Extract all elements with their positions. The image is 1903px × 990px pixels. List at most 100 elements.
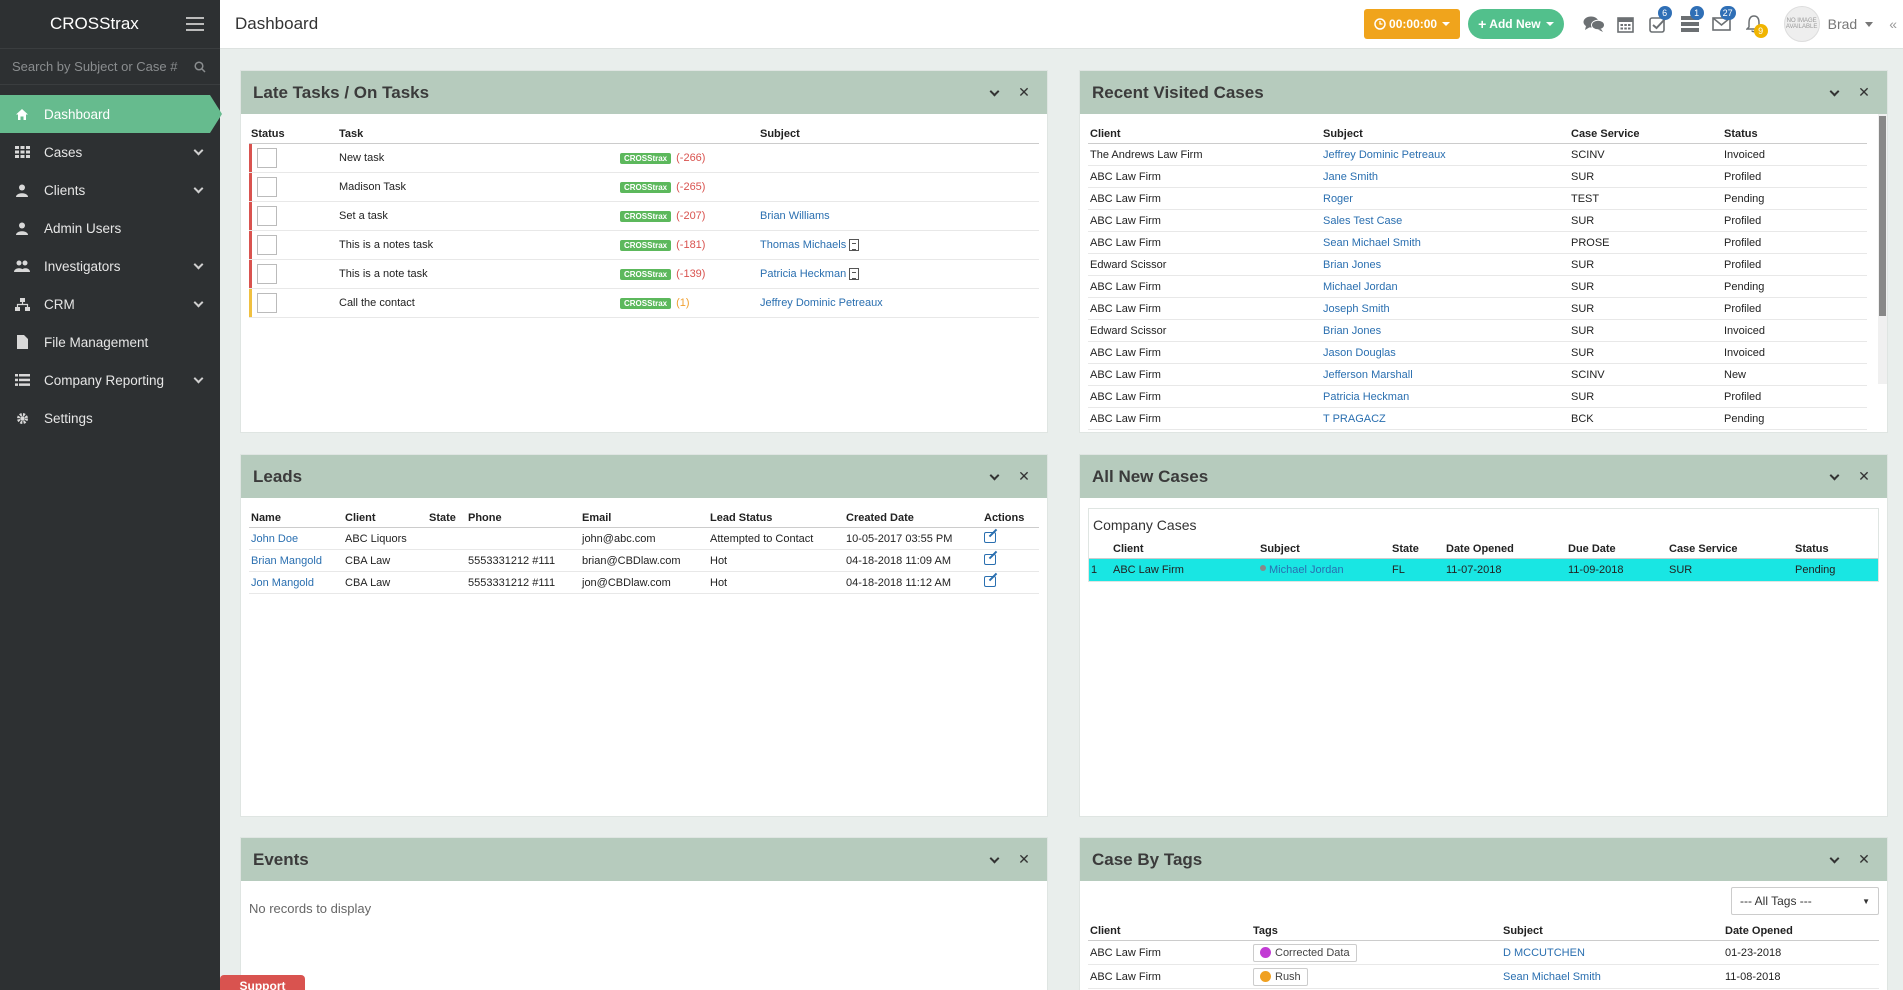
edit-icon[interactable]	[984, 553, 996, 565]
edit-icon[interactable]	[984, 531, 996, 543]
sidebar-item-dashboard[interactable]: Dashboard	[0, 95, 222, 133]
person-icon	[1260, 564, 1266, 571]
task-name[interactable]: Set a task	[337, 201, 618, 231]
tag-pill[interactable]: Rush	[1253, 967, 1308, 986]
lead-created: 04-18-2018 11:12 AM	[844, 571, 982, 594]
subject-link[interactable]: Patricia Heckman	[760, 268, 846, 280]
calendar-icon[interactable]	[1610, 8, 1642, 40]
sidebar-item-crm[interactable]: CRM	[0, 285, 220, 323]
sidebar-search	[0, 49, 220, 85]
task-checkbox[interactable]	[257, 264, 277, 284]
table-row[interactable]: Call the contact CROSStrax (1) Jeffrey Domi…	[249, 288, 1039, 318]
lead-name-link[interactable]: John Doe	[251, 533, 298, 545]
search-input[interactable]	[12, 59, 182, 74]
subject-link[interactable]: Sales Test Case	[1323, 215, 1402, 227]
task-checkbox[interactable]	[257, 148, 277, 168]
subject-link[interactable]: T PRAGACZ	[1323, 413, 1386, 425]
task-checkbox[interactable]	[257, 235, 277, 255]
sidebar-item-settings[interactable]: Settings	[0, 399, 220, 437]
subject-link[interactable]: Sean Michael Smith	[1503, 971, 1601, 983]
task-checkbox[interactable]	[257, 293, 277, 313]
table-row[interactable]: Set a task CROSStrax (-207) Brian Williams	[249, 201, 1039, 231]
subject-link[interactable]: Michael Jordan	[1269, 564, 1344, 576]
subject-link[interactable]: Brian Jones	[1323, 325, 1381, 337]
task-name[interactable]: This is a notes task	[337, 230, 618, 260]
subject-link[interactable]: Jason Douglas	[1323, 347, 1396, 359]
subject-link[interactable]: Roger	[1323, 193, 1353, 205]
subject-link[interactable]: Jeffrey Dominic Petreaux	[1323, 149, 1446, 161]
tags-filter-select[interactable]: --- All Tags --- ▼	[1731, 887, 1879, 915]
table-row[interactable]: Madison Task CROSStrax (-265)	[249, 172, 1039, 202]
collapse-icon[interactable]	[983, 85, 1005, 101]
sidebar-item-clients[interactable]: Clients	[0, 171, 220, 209]
subject-link[interactable]: Jefferson Marshall	[1323, 369, 1413, 381]
lead-name-link[interactable]: Jon Mangold	[251, 577, 314, 589]
column-header: Client	[1088, 122, 1321, 144]
server-icon[interactable]: 1	[1674, 6, 1706, 40]
column-header: Actions	[982, 506, 1039, 528]
close-icon[interactable]: ✕	[1013, 851, 1035, 868]
subject-link[interactable]: Joseph Smith	[1323, 303, 1390, 315]
column-header	[618, 122, 758, 144]
support-button[interactable]: Support	[220, 975, 305, 990]
tags-filter-value: --- All Tags ---	[1740, 894, 1812, 908]
add-new-button[interactable]: + Add New	[1468, 9, 1564, 39]
subject-link[interactable]: Jane Smith	[1323, 171, 1378, 183]
subject-link[interactable]: Thomas Michaels	[760, 239, 846, 251]
task-checkbox[interactable]	[257, 177, 277, 197]
column-header: State	[427, 506, 466, 528]
edit-icon[interactable]	[984, 575, 996, 587]
collapse-icon[interactable]	[1823, 85, 1845, 101]
sidebar-item-company-reporting[interactable]: Company Reporting	[0, 361, 220, 399]
sidebar-item-investigators[interactable]: Investigators	[0, 247, 220, 285]
table-row[interactable]: 1 ABC Law Firm Michael Jordan FL 11-07-2018 1…	[1089, 558, 1878, 581]
task-name[interactable]: Call the contact	[337, 288, 618, 318]
close-icon[interactable]: ✕	[1853, 468, 1875, 485]
subject-link[interactable]: Brian Jones	[1323, 259, 1381, 271]
timer-button[interactable]: 00:00:00	[1364, 9, 1461, 39]
chat-icon[interactable]	[1578, 8, 1610, 40]
search-icon[interactable]	[194, 60, 206, 73]
task-checkbox[interactable]	[257, 206, 277, 226]
subject-link[interactable]: Sean Michael Smith	[1323, 237, 1421, 249]
tasks-badge: 6	[1657, 6, 1672, 20]
collapse-icon[interactable]	[983, 469, 1005, 485]
document-icon[interactable]	[849, 239, 860, 252]
menu-toggle-icon[interactable]	[186, 17, 204, 31]
subject-link[interactable]: Brian Williams	[760, 210, 830, 222]
task-name[interactable]: This is a note task	[337, 259, 618, 289]
brand-logo[interactable]: CROSStrax	[50, 14, 139, 34]
scrollbar[interactable]	[1878, 114, 1887, 384]
sidebar-item-file-management[interactable]: File Management	[0, 323, 220, 361]
mail-icon[interactable]: 27	[1706, 6, 1738, 40]
collapse-icon[interactable]	[983, 852, 1005, 868]
collapse-panel-icon[interactable]: «	[1883, 16, 1903, 32]
subject-link[interactable]: Patricia Heckman	[1323, 391, 1409, 403]
sidebar-item-admin-users[interactable]: Admin Users	[0, 209, 220, 247]
sidebar-item-cases[interactable]: Cases	[0, 133, 220, 171]
tag-pill[interactable]: Corrected Data	[1253, 943, 1357, 962]
subject-link[interactable]: Michael Jordan	[1323, 281, 1398, 293]
bell-icon[interactable]: 9	[1738, 8, 1770, 40]
close-icon[interactable]: ✕	[1853, 851, 1875, 868]
close-icon[interactable]: ✕	[1013, 84, 1035, 101]
user-menu[interactable]: NO IMAGE AVAILABLE Brad	[1783, 6, 1874, 42]
document-icon[interactable]	[849, 268, 860, 281]
table-row: The Andrews Law Firm Jeffrey Dominic Petr…	[1088, 143, 1867, 166]
collapse-icon[interactable]	[1823, 852, 1845, 868]
subject-link[interactable]: D MCCUTCHEN	[1503, 947, 1585, 959]
client-cell: ABC Law Firm	[1088, 964, 1251, 989]
table-row[interactable]: This is a note task CROSStrax (-139) Patric…	[249, 259, 1039, 289]
collapse-icon[interactable]	[1823, 469, 1845, 485]
subject-link[interactable]: Jeffrey Dominic Petreaux	[760, 297, 883, 309]
task-name[interactable]: Madison Task	[337, 172, 618, 202]
column-header: Client	[1088, 919, 1251, 941]
task-name[interactable]: New task	[337, 143, 618, 173]
tasks-icon[interactable]: 6	[1642, 6, 1674, 40]
table-row[interactable]: This is a notes task CROSStrax (-181) Thoma…	[249, 230, 1039, 260]
close-icon[interactable]: ✕	[1853, 84, 1875, 101]
lead-name-link[interactable]: Brian Mangold	[251, 555, 322, 567]
table-row[interactable]: New task CROSStrax (-266)	[249, 143, 1039, 173]
close-icon[interactable]: ✕	[1013, 468, 1035, 485]
column-header: Case Service	[1569, 122, 1722, 144]
